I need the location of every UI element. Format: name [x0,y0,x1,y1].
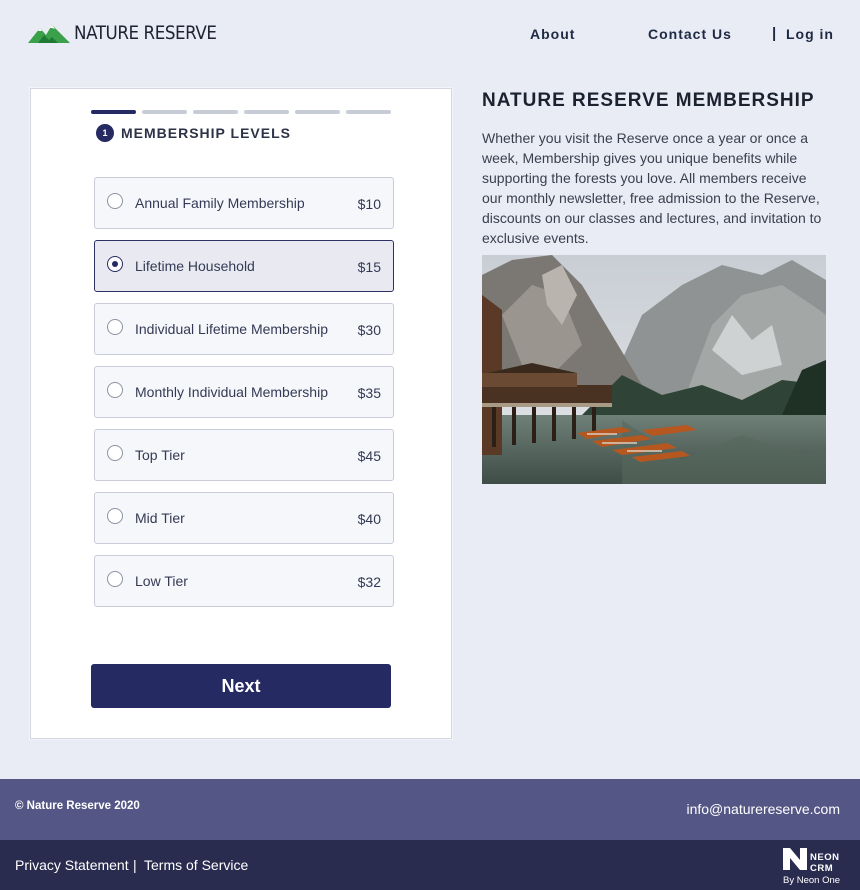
membership-description: Whether you visit the Reserve once a yea… [482,130,822,246]
nav-about-link[interactable]: About [530,26,575,42]
by-neon-one-text: By Neon One [783,875,841,886]
neon-crm-badge[interactable]: NEON CRM By Neon One [783,844,845,888]
nav-separator: | [772,25,777,42]
progress-segment-4 [244,110,289,114]
terms-of-service-link[interactable]: Terms of Service [144,857,248,873]
option-price: $32 [357,574,381,590]
neon-wordmark-line1: NEON [810,852,840,863]
option-name: Annual Family Membership [135,195,305,211]
option-name: Monthly Individual Membership [135,384,328,400]
footer-separator: | [133,857,137,873]
option-price: $10 [357,196,381,212]
neon-wordmark-line2: CRM [810,863,834,874]
radio-button[interactable] [107,319,123,335]
footer-bottom: Privacy Statement | Terms of Service NEO… [0,840,860,890]
option-price: $40 [357,511,381,527]
privacy-statement-link[interactable]: Privacy Statement [15,857,129,873]
membership-option-mid-tier[interactable]: Mid Tier $40 [94,492,394,544]
radio-button[interactable] [107,382,123,398]
lake-mountain-photo [482,255,826,484]
option-name: Mid Tier [135,510,185,526]
copyright-text: © Nature Reserve 2020 [15,800,140,812]
next-button[interactable]: Next [91,664,391,708]
radio-button-selected[interactable] [107,256,123,272]
mountain-logo-icon [28,22,70,44]
radio-button[interactable] [107,508,123,524]
contact-email-link[interactable]: info@naturereserve.com [686,801,840,817]
site-header: NATURE RESERVE About Contact Us | Log in [0,0,860,70]
membership-option-low-tier[interactable]: Low Tier $32 [94,555,394,607]
progress-segment-3 [193,110,238,114]
progress-segment-1 [91,110,136,114]
logo-text: NATURE RESERVE [74,22,217,44]
membership-option-individual-lifetime[interactable]: Individual Lifetime Membership $30 [94,303,394,355]
step-title: MEMBERSHIP LEVELS [121,125,291,141]
membership-option-monthly-individual[interactable]: Monthly Individual Membership $35 [94,366,394,418]
neon-crm-logo-icon [783,848,807,875]
option-name: Individual Lifetime Membership [135,321,328,337]
membership-form-card: 1 MEMBERSHIP LEVELS Annual Family Member… [30,88,452,739]
option-price: $45 [357,448,381,464]
site-logo[interactable]: NATURE RESERVE [28,22,236,44]
step-progress-bar [91,110,391,114]
step-number-badge: 1 [96,124,114,142]
option-name: Top Tier [135,447,185,463]
membership-option-annual-family[interactable]: Annual Family Membership $10 [94,177,394,229]
progress-segment-6 [346,110,391,114]
radio-button[interactable] [107,193,123,209]
progress-segment-5 [295,110,340,114]
option-name: Low Tier [135,573,188,589]
footer-top: © Nature Reserve 2020 info@naturereserve… [0,779,860,840]
nav-contact-link[interactable]: Contact Us [648,26,732,42]
option-price: $30 [357,322,381,338]
option-name: Lifetime Household [135,258,255,274]
neon-crm-wordmark: NEON CRM [810,852,839,874]
step-heading: 1 MEMBERSHIP LEVELS [96,124,291,142]
option-price: $15 [357,259,381,275]
radio-button[interactable] [107,445,123,461]
nav-login-link[interactable]: Log in [786,26,834,42]
membership-option-lifetime-household[interactable]: Lifetime Household $15 [94,240,394,292]
radio-button[interactable] [107,571,123,587]
progress-segment-2 [142,110,187,114]
membership-option-top-tier[interactable]: Top Tier $45 [94,429,394,481]
page-title: NATURE RESERVE MEMBERSHIP [482,90,815,111]
option-price: $35 [357,385,381,401]
